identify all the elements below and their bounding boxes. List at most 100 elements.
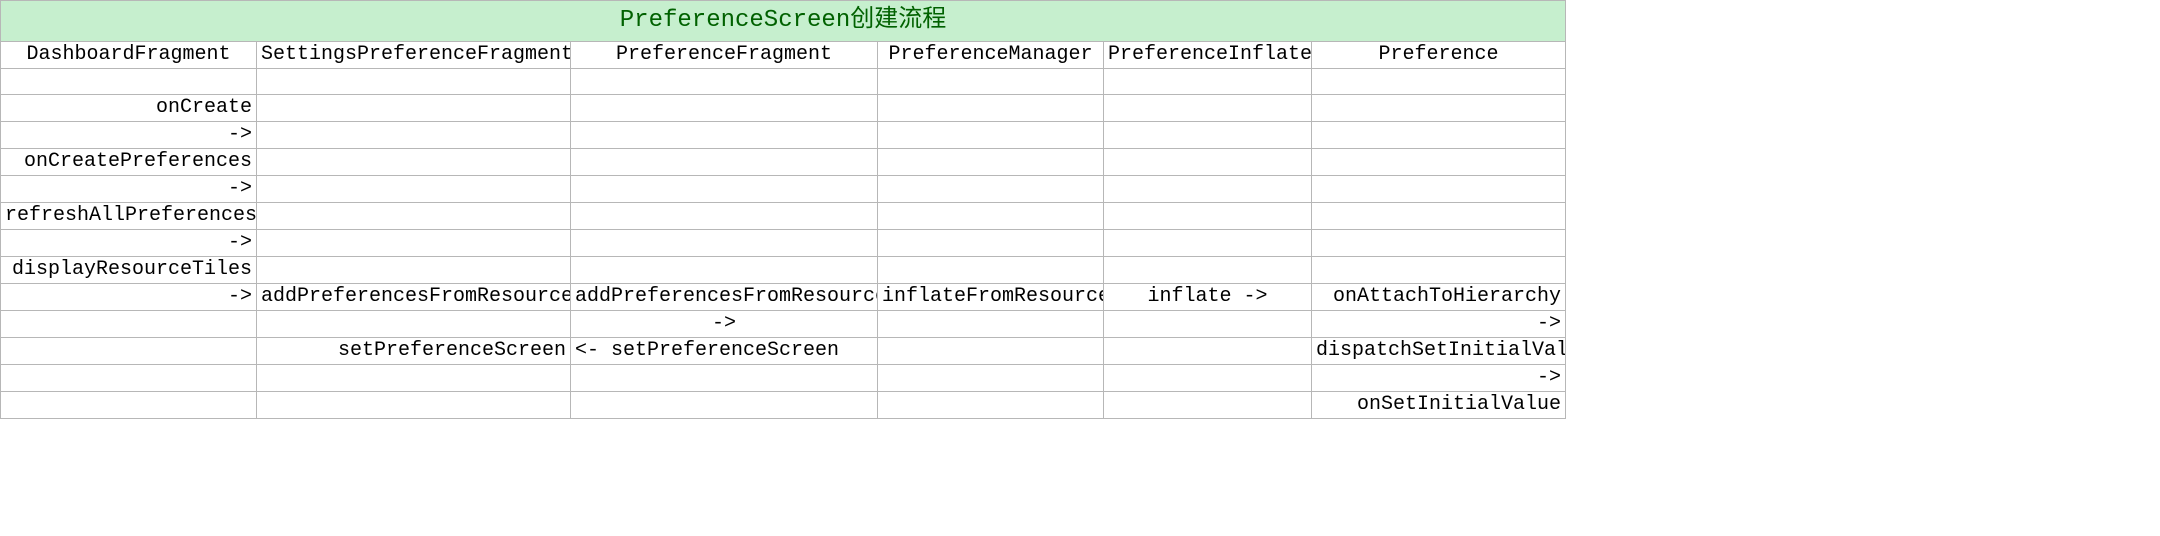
cell [878,230,1104,257]
cell [571,203,878,230]
cell [878,257,1104,284]
cell [1,311,257,338]
cell: onSetInitialValue [1312,392,1566,419]
cell [1,392,257,419]
cell [1104,69,1312,95]
cell [571,122,878,149]
cell [1104,365,1312,392]
col-header-preferencefragment: PreferenceFragment [571,42,878,69]
cell: <- setPreferenceScreen [571,338,878,365]
table-row: refreshAllPreferences [1,203,1566,230]
cell: setPreferenceScreen [257,338,571,365]
cell [1104,392,1312,419]
table-row: onCreatePreferences [1,149,1566,176]
cell [878,338,1104,365]
cell [257,392,571,419]
cell [1312,122,1566,149]
cell [571,230,878,257]
page-title: PreferenceScreen创建流程 [1,1,1566,42]
cell [571,69,878,95]
flow-table: PreferenceScreen创建流程 DashboardFragment S… [0,0,1566,419]
cell [1312,203,1566,230]
table-row [1,69,1566,95]
cell [257,203,571,230]
col-header-dashboardfragment: DashboardFragment [1,42,257,69]
cell [1104,122,1312,149]
cell [257,69,571,95]
col-header-settingspreferencefragment: SettingsPreferenceFragment [257,42,571,69]
cell [1104,338,1312,365]
cell [1104,176,1312,203]
cell: inflate -> [1104,284,1312,311]
header-row: DashboardFragment SettingsPreferenceFrag… [1,42,1566,69]
cell [257,311,571,338]
cell: -> [1,284,257,311]
cell [1104,257,1312,284]
cell: onAttachToHierarchy [1312,284,1566,311]
table-row: -> [1,230,1566,257]
table-row: -> [1,365,1566,392]
title-row: PreferenceScreen创建流程 [1,1,1566,42]
cell: -> [1312,311,1566,338]
table-row: -> [1,122,1566,149]
cell [257,122,571,149]
cell [1104,311,1312,338]
cell [571,95,878,122]
cell: onCreate [1,95,257,122]
cell: addPreferencesFromResource -> [571,284,878,311]
col-header-preferenceinflater: PreferenceInflater [1104,42,1312,69]
col-header-preferencemanager: PreferenceManager [878,42,1104,69]
table-row: -> [1,176,1566,203]
cell [878,365,1104,392]
cell [878,311,1104,338]
cell [1312,176,1566,203]
cell: -> [571,311,878,338]
cell: inflateFromResource -> [878,284,1104,311]
cell [1,338,257,365]
cell [878,203,1104,230]
cell [257,95,571,122]
cell [1312,230,1566,257]
cell [1,69,257,95]
cell [571,257,878,284]
table-row: -> -> [1,311,1566,338]
cell [878,122,1104,149]
cell [878,69,1104,95]
col-header-preference: Preference [1312,42,1566,69]
cell [1312,149,1566,176]
cell: onCreatePreferences [1,149,257,176]
cell [878,392,1104,419]
cell [1312,257,1566,284]
cell [257,257,571,284]
cell [878,95,1104,122]
table-row: onCreate [1,95,1566,122]
cell [1104,149,1312,176]
cell [1312,69,1566,95]
cell [571,392,878,419]
table-row: onSetInitialValue [1,392,1566,419]
cell: refreshAllPreferences [1,203,257,230]
cell [878,149,1104,176]
table-row: displayResourceTiles [1,257,1566,284]
table-row: setPreferenceScreen <- setPreferenceScre… [1,338,1566,365]
cell [1312,95,1566,122]
cell: addPreferencesFromResource -> [257,284,571,311]
cell: -> [1312,365,1566,392]
cell [1104,203,1312,230]
cell [257,176,571,203]
table-row: -> addPreferencesFromResource -> addPref… [1,284,1566,311]
cell [1104,230,1312,257]
cell [1104,95,1312,122]
cell [571,176,878,203]
cell: -> [1,122,257,149]
cell [257,365,571,392]
cell [257,230,571,257]
cell [878,176,1104,203]
cell: displayResourceTiles [1,257,257,284]
cell: -> [1,230,257,257]
cell [257,149,571,176]
cell: -> [1,176,257,203]
cell [1,365,257,392]
cell: dispatchSetInitialValue [1312,338,1566,365]
cell [571,149,878,176]
